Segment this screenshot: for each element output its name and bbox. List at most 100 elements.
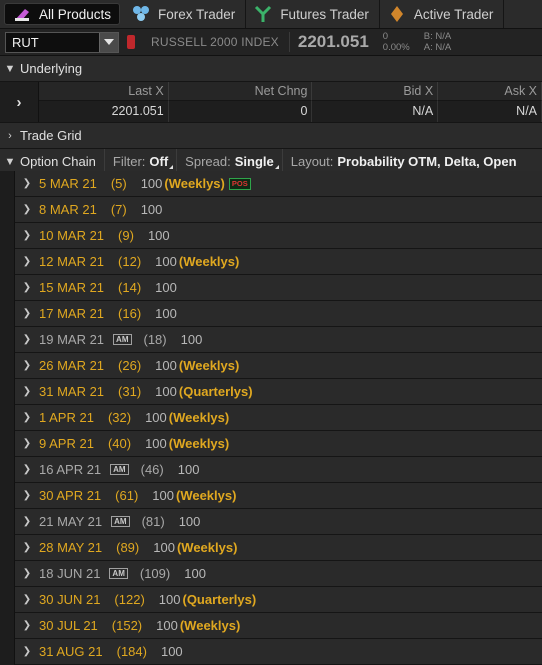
expiration-row[interactable]: ❯ 16 APR 21 AM (46) 100 <box>14 457 542 483</box>
series-tag: (Quarterlys) <box>178 384 253 399</box>
chevron-right-icon[interactable]: ❯ <box>15 646 39 657</box>
chevron-right-icon[interactable]: › <box>0 82 39 122</box>
expiration-row[interactable]: ❯ 28 MAY 21 (89) 100 (Weeklys) <box>14 535 542 561</box>
underlying-header[interactable]: ▼ Underlying <box>0 56 542 82</box>
expiration-date: 15 MAR 21 <box>39 280 105 295</box>
expiration-date: 8 MAR 21 <box>39 202 97 217</box>
am-settlement-badge: AM <box>109 568 128 579</box>
chevron-right-icon[interactable]: ❯ <box>15 438 39 449</box>
days-to-expiration: (46) <box>140 462 164 477</box>
chevron-right-icon[interactable]: ❯ <box>15 568 39 579</box>
chevron-right-icon: › <box>8 129 12 142</box>
filter-label: Filter: <box>112 154 146 169</box>
expiration-date: 30 JUN 21 <box>39 592 101 607</box>
series-tag: (Weeklys) <box>168 410 230 425</box>
chevron-right-icon[interactable]: ❯ <box>15 334 39 345</box>
expiration-date: 17 MAR 21 <box>39 306 105 321</box>
chevron-right-icon[interactable]: ❯ <box>15 178 39 189</box>
tab-label: All Products <box>39 6 112 22</box>
symbol-value[interactable]: RUT <box>6 35 99 50</box>
layout-value: Probability OTM, Delta, Open <box>337 154 517 169</box>
column-header[interactable]: Bid X <box>312 82 439 101</box>
multiplier: 100 <box>160 644 183 659</box>
expiration-row[interactable]: ❯ 30 JUL 21 (152) 100 (Weeklys) <box>14 613 542 639</box>
expiration-row[interactable]: ❯ 30 JUN 21 (122) 100 (Quarterlys) <box>14 587 542 613</box>
expiration-row[interactable]: ❯ 5 MAR 21 (5) 100 (Weeklys) POS <box>14 171 542 197</box>
expiration-row[interactable]: ❯ 9 APR 21 (40) 100 (Weeklys) <box>14 431 542 457</box>
section-title: Underlying <box>20 61 83 76</box>
days-to-expiration: (12) <box>118 254 142 269</box>
expiration-row[interactable]: ❯ 10 MAR 21 (9) 100 <box>14 223 542 249</box>
chevron-right-icon[interactable]: ❯ <box>15 360 39 371</box>
chevron-right-icon[interactable]: ❯ <box>15 204 39 215</box>
tab-futures-trader[interactable]: Futures Trader <box>246 0 380 28</box>
percent-change: 0.00% <box>382 42 410 53</box>
chevron-right-icon[interactable]: ❯ <box>15 412 39 423</box>
multiplier: 100 <box>155 306 177 321</box>
chevron-right-icon[interactable]: ❯ <box>15 256 39 267</box>
column-header[interactable]: Last X <box>38 82 169 101</box>
tab-forex-trader[interactable]: Forex Trader <box>124 0 247 28</box>
chevron-right-icon[interactable]: ❯ <box>15 386 39 397</box>
expiration-row[interactable]: ❯ 26 MAR 21 (26) 100 (Weeklys) <box>14 353 542 379</box>
chevron-right-icon[interactable]: ❯ <box>15 594 39 605</box>
chevron-right-icon[interactable]: ❯ <box>15 542 39 553</box>
symbol-input[interactable]: RUT <box>5 31 119 53</box>
column-header[interactable]: Ask X <box>438 82 542 101</box>
chevron-right-icon[interactable]: ❯ <box>15 308 39 319</box>
tab-label: Active Trader <box>413 6 494 22</box>
expiration-row[interactable]: ❯ 8 MAR 21 (7) 100 <box>14 197 542 223</box>
trade-grid-header[interactable]: › Trade Grid <box>0 123 542 149</box>
chevron-right-icon[interactable]: ❯ <box>15 620 39 631</box>
symbol-dropdown-button[interactable] <box>99 32 118 52</box>
expiration-row[interactable]: ❯ 31 AUG 21 (184) 100 <box>14 639 542 665</box>
cell-value: 0 <box>169 101 313 122</box>
multiplier: 100 <box>155 384 177 399</box>
multiplier: 100 <box>153 540 175 555</box>
expiration-row[interactable]: ❯ 30 APR 21 (61) 100 (Weeklys) <box>14 483 542 509</box>
net-change: 0 <box>382 31 389 42</box>
spread-label: Spread: <box>185 154 231 169</box>
all-products-icon <box>13 5 31 23</box>
security-name: RUSSELL 2000 INDEX <box>151 35 279 49</box>
expiration-row[interactable]: ❯ 12 MAR 21 (12) 100 (Weeklys) <box>14 249 542 275</box>
expiration-row[interactable]: ❯ 1 APR 21 (32) 100 (Weeklys) <box>14 405 542 431</box>
chevron-right-icon[interactable]: ❯ <box>15 516 39 527</box>
tab-label: Forex Trader <box>158 6 236 22</box>
chevron-right-icon[interactable]: ❯ <box>15 490 39 501</box>
cell-value: N/A <box>438 101 542 122</box>
series-tag: (Weeklys) <box>179 618 241 633</box>
days-to-expiration: (61) <box>115 488 139 503</box>
expiration-row[interactable]: ❯ 31 MAR 21 (31) 100 (Quarterlys) <box>14 379 542 405</box>
expiration-row[interactable]: ❯ 21 MAY 21 AM (81) 100 <box>14 509 542 535</box>
expiration-date: 21 MAY 21 <box>39 514 103 529</box>
days-to-expiration: (32) <box>107 410 132 425</box>
cell-value: 2201.051 <box>39 101 169 122</box>
days-to-expiration: (14) <box>118 280 142 295</box>
expiration-row[interactable]: ❯ 17 MAR 21 (16) 100 <box>14 301 542 327</box>
link-color-icon[interactable] <box>127 35 135 49</box>
tab-all-products[interactable]: All Products <box>4 3 121 25</box>
days-to-expiration: (26) <box>118 358 142 373</box>
multiplier: 100 <box>155 280 177 295</box>
column-last: Last X 2201.051 <box>38 82 169 122</box>
days-to-expiration: (109) <box>139 566 171 581</box>
am-settlement-badge: AM <box>113 334 132 345</box>
column-bid: Bid X N/A <box>312 82 439 122</box>
expiration-row[interactable]: ❯ 15 MAR 21 (14) 100 <box>14 275 542 301</box>
chevron-right-icon[interactable]: ❯ <box>15 230 39 241</box>
expiration-date: 16 APR 21 <box>39 462 102 477</box>
chevron-right-icon[interactable]: ❯ <box>15 464 39 475</box>
series-tag: (Weeklys) <box>176 540 238 555</box>
expiration-date: 1 APR 21 <box>39 410 94 425</box>
expiration-row[interactable]: ❯ 19 MAR 21 AM (18) 100 <box>14 327 542 353</box>
series-tag: (Weeklys) <box>178 358 240 373</box>
divider <box>288 32 290 52</box>
chevron-right-icon[interactable]: ❯ <box>15 282 39 293</box>
expiration-row[interactable]: ❯ 18 JUN 21 AM (109) 100 <box>14 561 542 587</box>
expiration-list: ❯ 5 MAR 21 (5) 100 (Weeklys) POS ❯ 8 MAR 21 (7) 1… <box>0 171 542 665</box>
tab-active-trader[interactable]: Active Trader <box>380 0 505 28</box>
expiration-date: 31 AUG 21 <box>39 644 103 659</box>
chevron-down-icon[interactable]: ▼ <box>0 156 20 168</box>
column-header[interactable]: Net Chng <box>168 82 313 101</box>
